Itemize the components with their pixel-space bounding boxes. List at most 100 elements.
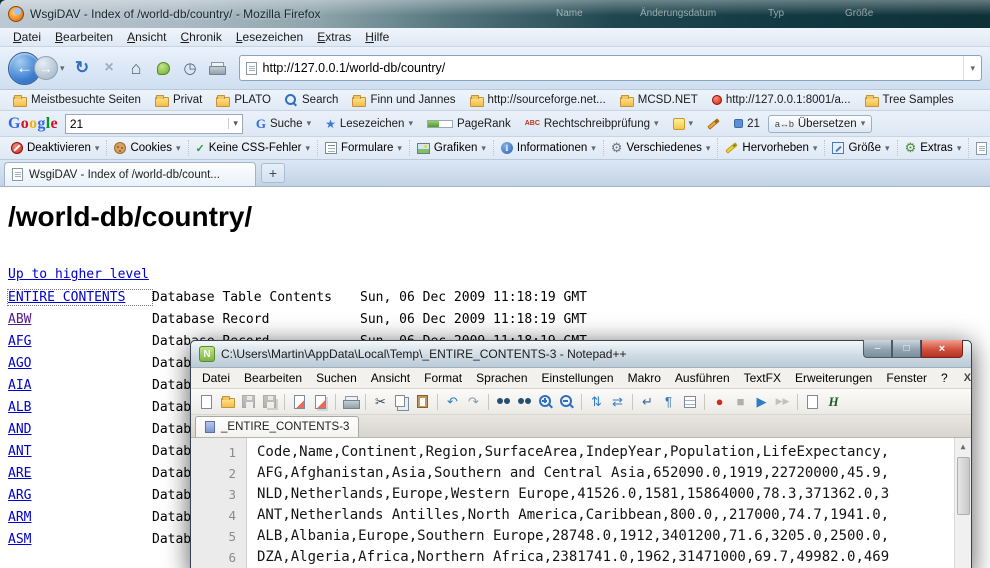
webdev-formulare-button[interactable]: Formulare▾ xyxy=(318,140,410,156)
addon-button[interactable] xyxy=(151,56,176,81)
npp-menu-makro[interactable]: Makro xyxy=(621,369,668,387)
dir-entry-link[interactable]: ALB xyxy=(8,400,152,415)
webdev-keine-css-fehler-button[interactable]: ✓Keine CSS-Fehler▾ xyxy=(189,140,318,157)
forward-button[interactable]: → xyxy=(34,56,58,80)
npp-menu-bearbeiten[interactable]: Bearbeiten xyxy=(237,369,309,387)
stop-macro-icon[interactable]: ■ xyxy=(731,392,750,411)
dir-entry-link[interactable]: ANT xyxy=(8,444,152,459)
menu-ansicht[interactable]: Ansicht xyxy=(120,29,173,45)
firefox-titlebar[interactable]: WsgiDAV - Index of /world-db/country/ - … xyxy=(0,0,990,28)
close-all-icon[interactable] xyxy=(311,392,330,411)
npp-menu-ansicht[interactable]: Ansicht xyxy=(364,369,417,387)
new-tab-button[interactable]: + xyxy=(261,163,285,183)
google-suche-button[interactable]: GSuche▾ xyxy=(250,114,317,134)
google-lesezeichen-button[interactable]: ★Lesezeichen▾ xyxy=(319,115,419,133)
bookmark-item-http-127-0-0-1-8001-a[interactable]: http://127.0.0.1:8001/a... xyxy=(705,93,858,107)
bookmark-item-tree-samples[interactable]: Tree Samples xyxy=(858,93,961,108)
google-übersetzen-button[interactable]: a↔bÜbersetzen▾ xyxy=(768,115,872,133)
home-button[interactable]: ⌂ xyxy=(124,56,149,81)
sync-scroll-h-icon[interactable]: ⇄ xyxy=(608,392,627,411)
run-macro-multiple-icon[interactable]: ▶▶ xyxy=(773,392,792,411)
google-rechtschreibprüfung-button[interactable]: ABCRechtschreibprüfung▾ xyxy=(519,116,665,132)
webdev-cookies-button[interactable]: Cookies▾ xyxy=(107,140,188,156)
find-icon[interactable] xyxy=(494,392,513,411)
close-icon[interactable] xyxy=(290,392,309,411)
save-all-icon[interactable] xyxy=(260,392,279,411)
new-file-icon[interactable] xyxy=(197,392,216,411)
document-tab[interactable]: _ENTIRE_CONTENTS-3 xyxy=(195,416,359,437)
cut-icon[interactable]: ✂ xyxy=(371,392,390,411)
url-dropdown-button[interactable]: ▾ xyxy=(963,56,975,80)
doc-monitor-icon[interactable] xyxy=(803,392,822,411)
url-input[interactable] xyxy=(263,61,958,75)
bookmark-item-http-sourceforge-net[interactable]: http://sourceforge.net... xyxy=(463,93,613,108)
npp-menu-format[interactable]: Format xyxy=(417,369,469,387)
google-pagerank-button[interactable]: PageRank xyxy=(421,116,517,132)
zoom-out-icon[interactable] xyxy=(557,392,576,411)
reload-button[interactable]: ↻ xyxy=(70,56,95,81)
open-icon[interactable] xyxy=(218,392,237,411)
webdev-informationen-button[interactable]: iInformationen▾ xyxy=(494,140,604,156)
redo-icon[interactable]: ↷ xyxy=(464,392,483,411)
scroll-up-icon[interactable]: ▲ xyxy=(961,438,966,451)
undo-icon[interactable]: ↶ xyxy=(443,392,462,411)
html-preview-icon[interactable]: H xyxy=(824,392,843,411)
google-pencil-button[interactable] xyxy=(701,120,726,128)
npp-menu-sprachen[interactable]: Sprachen xyxy=(469,369,534,387)
history-clock-button[interactable]: ◷ xyxy=(178,56,203,81)
scrollbar-thumb[interactable] xyxy=(957,457,970,515)
menu-chronik[interactable]: Chronik xyxy=(173,29,228,45)
notepadpp-titlebar[interactable]: N C:\Users\Martin\AppData\Local\Temp\_EN… xyxy=(191,341,971,368)
tab-wsgidav[interactable]: WsgiDAV - Index of /world-db/count... xyxy=(4,162,256,186)
dir-entry-link[interactable]: ABW xyxy=(8,312,152,327)
replace-icon[interactable] xyxy=(515,392,534,411)
stop-button[interactable]: × xyxy=(97,56,122,81)
bookmark-item-privat[interactable]: Privat xyxy=(148,93,209,108)
webdev-grafiken-button[interactable]: Grafiken▾ xyxy=(410,140,494,156)
webdev-hervorheben-button[interactable]: Hervorheben▾ xyxy=(718,140,825,156)
menu-lesezeichen[interactable]: Lesezeichen xyxy=(229,29,310,45)
google-search-dropdown[interactable]: ▾ xyxy=(228,118,238,129)
webdev-quelltext-button[interactable]: Quelltext▾ xyxy=(969,140,990,157)
bookmark-item-meistbesuchte-seiten[interactable]: Meistbesuchte Seiten xyxy=(6,93,148,108)
print-button[interactable] xyxy=(205,56,230,81)
dir-entry-link[interactable]: AIA xyxy=(8,378,152,393)
npp-menu-suchen[interactable]: Suchen xyxy=(309,369,364,387)
show-all-chars-icon[interactable]: ¶ xyxy=(659,392,678,411)
close-button[interactable]: × xyxy=(921,340,963,358)
menu-datei[interactable]: Datei xyxy=(6,29,48,45)
record-macro-icon[interactable]: ● xyxy=(710,392,729,411)
minimize-button[interactable]: – xyxy=(863,340,892,358)
npp-menu-einstellungen[interactable]: Einstellungen xyxy=(535,369,621,387)
webdev-größe-button[interactable]: Größe▾ xyxy=(825,140,897,156)
dir-entry-link[interactable]: AND xyxy=(8,422,152,437)
bookmark-item-finn-und-jannes[interactable]: Finn und Jannes xyxy=(345,93,462,108)
editor-vscrollbar[interactable]: ▲ xyxy=(954,438,971,568)
dir-entry-link[interactable]: AGO xyxy=(8,356,152,371)
google-search-input[interactable] xyxy=(70,117,228,131)
npp-menubar-close-button[interactable]: X xyxy=(955,372,980,384)
copy-icon[interactable] xyxy=(392,392,411,411)
npp-menu-erweiterungen[interactable]: Erweiterungen xyxy=(788,369,879,387)
npp-menu-ausführen[interactable]: Ausführen xyxy=(668,369,737,387)
bookmark-item-plato[interactable]: PLATO xyxy=(209,93,278,108)
sync-scroll-v-icon[interactable]: ⇅ xyxy=(587,392,606,411)
dir-entry-link[interactable]: ARM xyxy=(8,510,152,525)
bookmark-item-mcsd-net[interactable]: MCSD.NET xyxy=(613,93,705,108)
google-autofill-button[interactable]: ▾ xyxy=(667,116,700,132)
menu-bearbeiten[interactable]: Bearbeiten xyxy=(48,29,120,45)
webdev-extras-button[interactable]: ⚙Extras▾ xyxy=(898,138,970,158)
history-dropdown-button[interactable]: ▾ xyxy=(58,63,69,74)
menu-hilfe[interactable]: Hilfe xyxy=(358,29,396,45)
npp-menu-datei[interactable]: Datei xyxy=(195,369,237,387)
up-to-higher-level-link[interactable]: Up to higher level xyxy=(8,267,149,282)
dir-entry-link[interactable]: ARE xyxy=(8,466,152,481)
zoom-in-icon[interactable] xyxy=(536,392,555,411)
maximize-button[interactable]: □ xyxy=(892,340,921,358)
save-icon[interactable] xyxy=(239,392,258,411)
word-wrap-icon[interactable]: ↵ xyxy=(638,392,657,411)
print-icon[interactable] xyxy=(341,392,360,411)
npp-menu-[interactable]: ? xyxy=(934,369,955,387)
dir-entry-link[interactable]: ARG xyxy=(8,488,152,503)
npp-menu-textfx[interactable]: TextFX xyxy=(737,369,788,387)
